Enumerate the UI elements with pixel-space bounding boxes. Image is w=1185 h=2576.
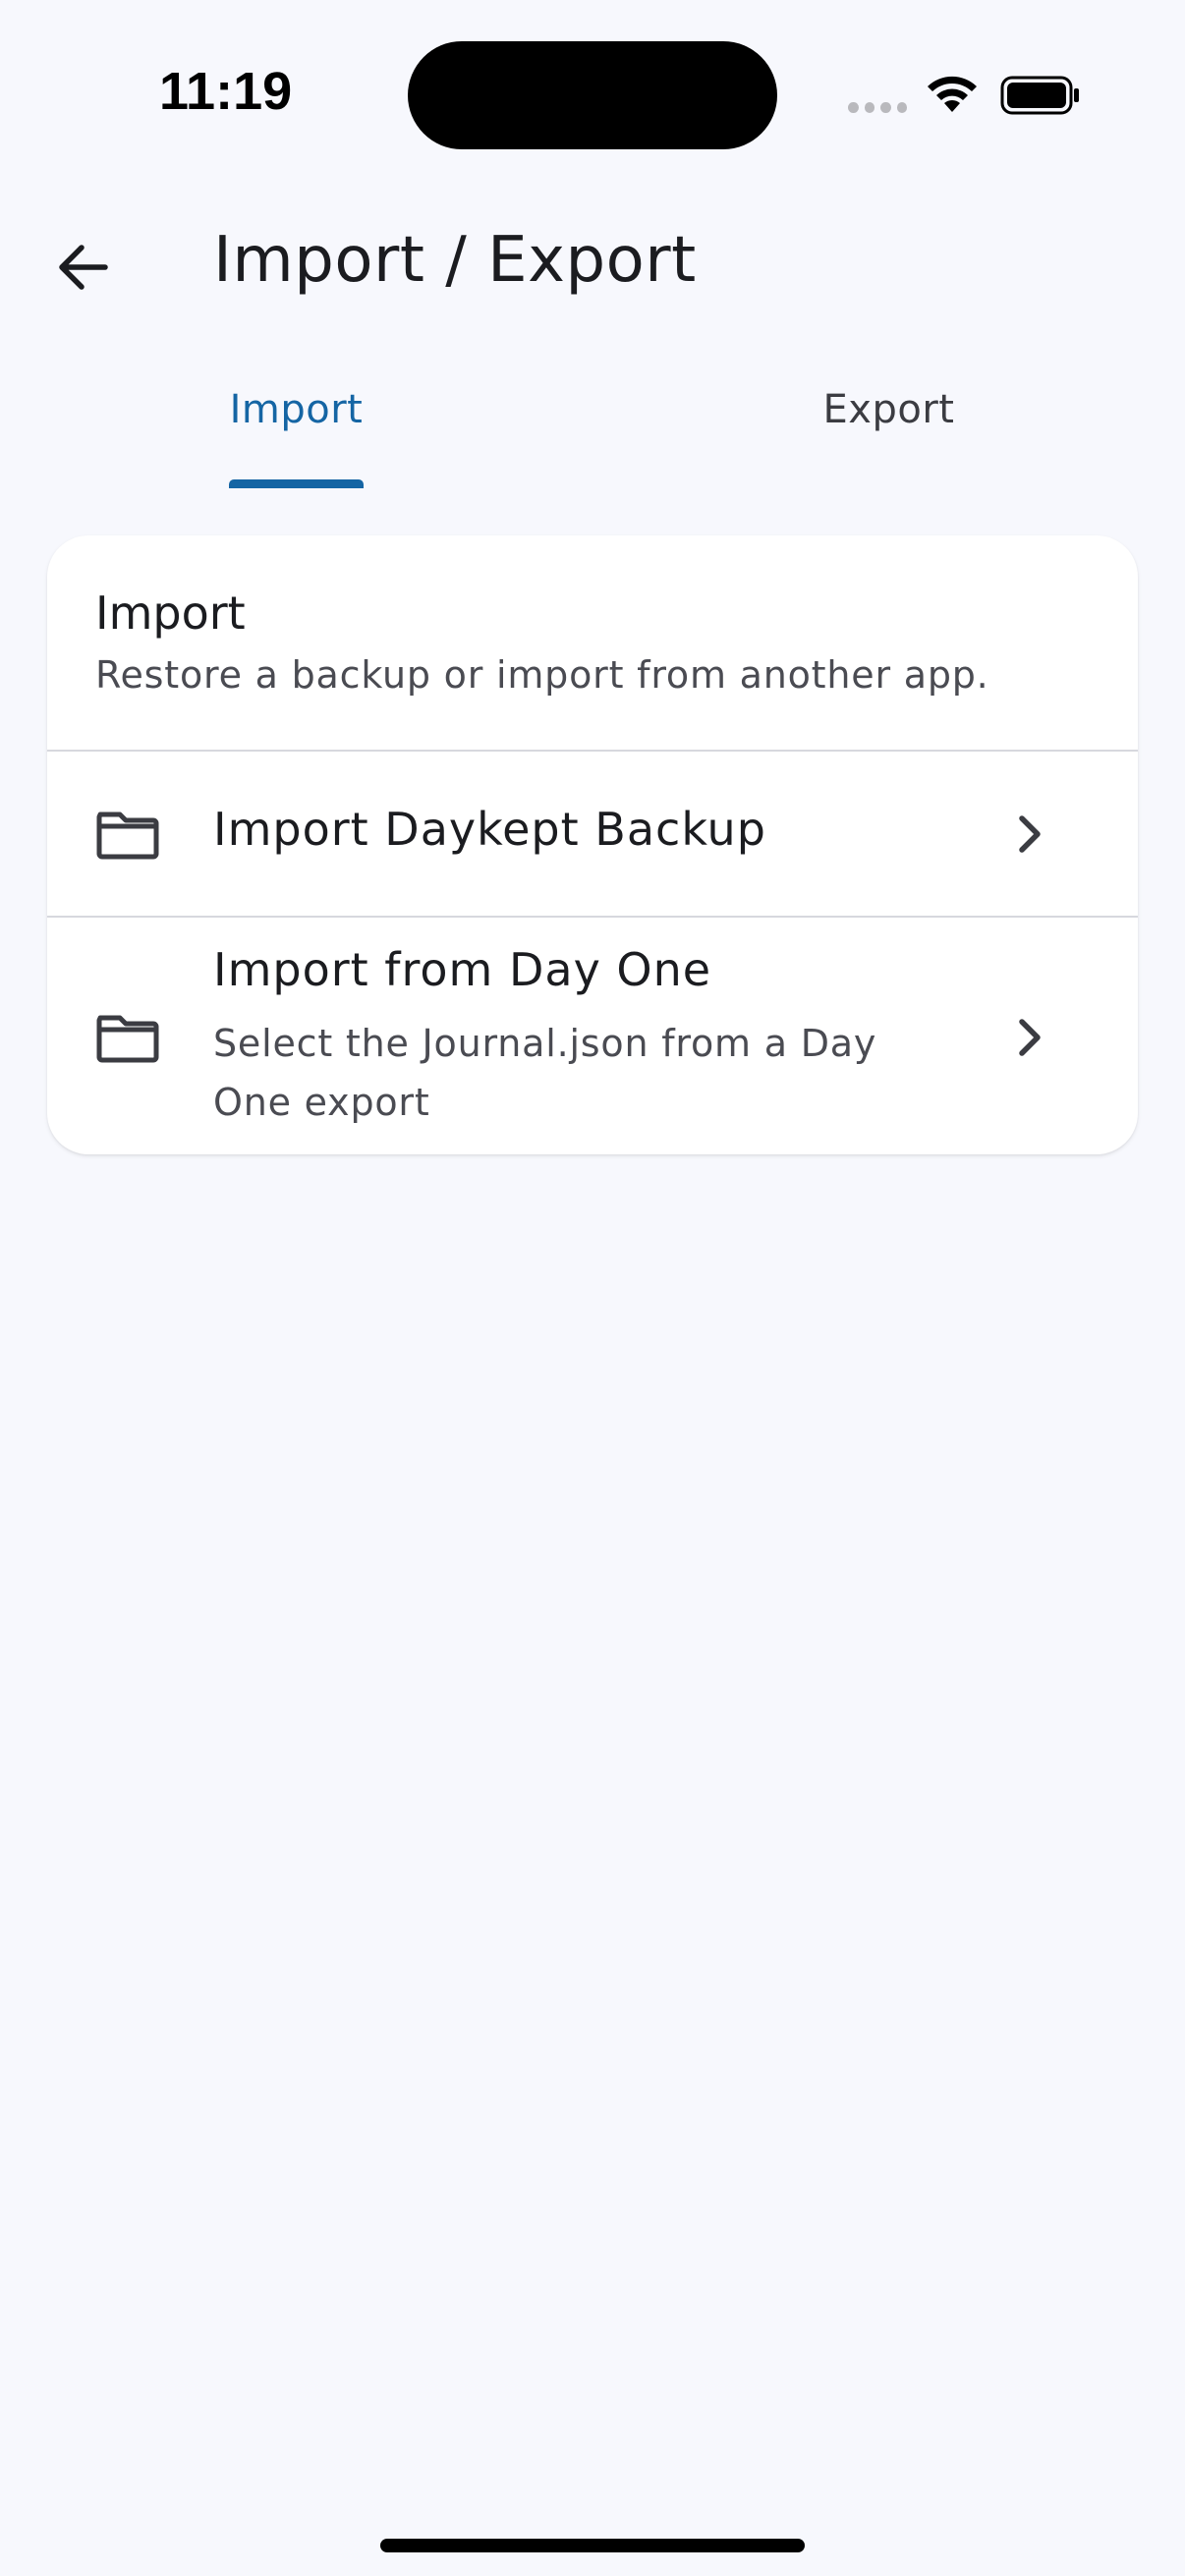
tab-import[interactable]: Import [0,364,592,491]
arrow-back-icon [59,245,108,290]
app-bar: Import / Export [0,196,1185,334]
import-daykept-backup-item[interactable]: Import Daykept Backup [47,752,1138,916]
battery-icon [1000,76,1079,115]
folder-icon [96,812,159,860]
item-title: Import Daykept Backup [213,803,766,856]
tab-import-label: Import [229,387,364,432]
home-indicator[interactable] [380,2539,805,2552]
card-subtitle: Restore a backup or import from another … [95,653,989,697]
tab-export[interactable]: Export [592,364,1185,491]
card-header: Import Restore a backup or import from a… [47,535,1138,750]
import-card: Import Restore a backup or import from a… [47,535,1138,1154]
item-title: Import from Day One [213,943,712,996]
card-title: Import [95,587,246,640]
tab-export-label: Export [822,387,955,432]
chevron-right-icon [1019,1019,1041,1056]
status-time: 11:19 [159,62,293,121]
signal-dots-icon [848,102,907,116]
folder-icon [96,1015,159,1063]
item-subtitle: Select the Journal.json from a Day One e… [213,1022,877,1124]
status-bar: 11:19 [0,0,1185,149]
chevron-right-icon [1019,815,1041,853]
tab-indicator [229,479,364,488]
import-day-one-item[interactable]: Import from Day One Select the Journal.j… [47,918,1138,1154]
back-button[interactable] [41,226,124,308]
tab-bar: Import Export [0,364,1185,491]
dynamic-island [408,41,777,149]
wifi-icon [928,76,977,112]
page-title: Import / Export [213,224,697,297]
